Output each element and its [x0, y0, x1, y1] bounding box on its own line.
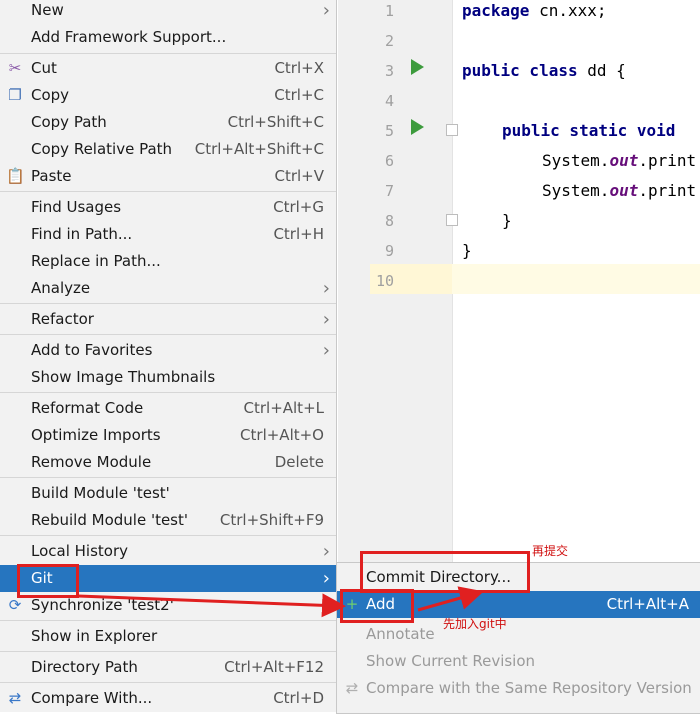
menu-item-copy-path[interactable]: Copy Path Ctrl+Shift+C	[0, 109, 336, 136]
menu-item-compare-with[interactable]: ⇄ Compare With... Ctrl+D	[0, 685, 336, 712]
menu-item-add-to-favorites[interactable]: Add to Favorites ›	[0, 337, 336, 364]
menu-item-analyze[interactable]: Analyze ›	[0, 275, 336, 302]
line-number: 6	[384, 152, 394, 170]
context-menu: New › Add Framework Support... ✂ Cut Ctrl+X…	[0, 0, 337, 712]
chevron-right-icon: ›	[322, 0, 330, 21]
annotation-box-add	[340, 589, 414, 623]
line-number: 3	[384, 62, 394, 80]
compare-icon: ⇄	[8, 689, 22, 707]
fold-icon[interactable]	[446, 124, 458, 136]
chevron-right-icon: ›	[322, 541, 330, 562]
line-number: 9	[384, 242, 394, 260]
annotation-note-add: 先加入git中	[443, 617, 507, 631]
line-number: 1	[384, 2, 394, 20]
code-line-5: public static void	[502, 121, 676, 140]
submenu-item-show-current-revision[interactable]: Show Current Revision	[337, 648, 700, 675]
line-number: 8	[384, 212, 394, 230]
chevron-right-icon: ›	[322, 278, 330, 299]
menu-separator	[0, 535, 336, 536]
menu-item-show-image-thumbnails[interactable]: Show Image Thumbnails	[0, 364, 336, 391]
code-line-1: package cn.xxx;	[462, 1, 607, 20]
menu-separator	[0, 651, 336, 652]
chevron-right-icon: ›	[322, 309, 330, 330]
code-line-8: }	[502, 211, 512, 230]
menu-item-show-in-explorer[interactable]: Show in Explorer	[0, 623, 336, 650]
menu-item-paste[interactable]: 📋 Paste Ctrl+V	[0, 163, 336, 190]
menu-item-find-usages[interactable]: Find Usages Ctrl+G	[0, 194, 336, 221]
menu-item-cut[interactable]: ✂ Cut Ctrl+X	[0, 55, 336, 82]
line-number: 4	[384, 92, 394, 110]
menu-item-build-module[interactable]: Build Module 'test'	[0, 480, 336, 507]
line-number: 2	[384, 32, 394, 50]
code-line-9: }	[462, 241, 472, 260]
menu-item-refactor[interactable]: Refactor ›	[0, 306, 336, 333]
annotation-note-commit: 再提交	[532, 544, 569, 558]
annotation-box-git	[17, 564, 79, 598]
menu-item-directory-path[interactable]: Directory Path Ctrl+Alt+F12	[0, 654, 336, 681]
menu-item-copy-relative-path[interactable]: Copy Relative Path Ctrl+Alt+Shift+C	[0, 136, 336, 163]
menu-item-copy[interactable]: ❐ Copy Ctrl+C	[0, 82, 336, 109]
chevron-right-icon: ›	[322, 340, 330, 361]
run-method-icon[interactable]	[411, 119, 424, 135]
fold-icon[interactable]	[446, 214, 458, 226]
scissors-icon: ✂	[8, 59, 22, 77]
menu-separator	[0, 53, 336, 54]
submenu-item-annotate[interactable]: Annotate	[337, 621, 700, 648]
sync-icon: ⟳	[8, 596, 22, 614]
submenu-item-compare-same-repo-version[interactable]: ⇄ Compare with the Same Repository Versio…	[337, 675, 700, 702]
menu-separator	[0, 392, 336, 393]
menu-item-local-history[interactable]: Local History ›	[0, 538, 336, 565]
menu-separator	[0, 303, 336, 304]
menu-item-new[interactable]: New ›	[0, 0, 336, 24]
line-number: 7	[384, 182, 394, 200]
menu-item-find-in-path[interactable]: Find in Path... Ctrl+H	[0, 221, 336, 248]
paste-icon: 📋	[6, 167, 25, 185]
line-number: 5	[384, 122, 394, 140]
menu-item-reformat-code[interactable]: Reformat Code Ctrl+Alt+L	[0, 395, 336, 422]
menu-separator	[0, 682, 336, 683]
code-line-7: System.out.print	[542, 181, 697, 200]
compare-icon: ⇄	[345, 679, 359, 697]
copy-icon: ❐	[8, 86, 22, 104]
menu-item-remove-module[interactable]: Remove Module Delete	[0, 449, 336, 476]
chevron-right-icon: ›	[322, 568, 330, 589]
menu-item-optimize-imports[interactable]: Optimize Imports Ctrl+Alt+O	[0, 422, 336, 449]
menu-separator	[0, 191, 336, 192]
menu-separator	[0, 334, 336, 335]
line-number: 10	[375, 272, 394, 290]
run-class-icon[interactable]	[411, 59, 424, 75]
code-line-3: public class dd {	[462, 61, 626, 80]
menu-item-add-framework-support[interactable]: Add Framework Support...	[0, 24, 336, 51]
annotation-box-commit	[360, 551, 530, 593]
menu-item-rebuild-module[interactable]: Rebuild Module 'test' Ctrl+Shift+F9	[0, 507, 336, 534]
menu-separator	[0, 620, 336, 621]
menu-item-replace-in-path[interactable]: Replace in Path...	[0, 248, 336, 275]
menu-separator	[0, 477, 336, 478]
code-line-6: System.out.print	[542, 151, 697, 170]
